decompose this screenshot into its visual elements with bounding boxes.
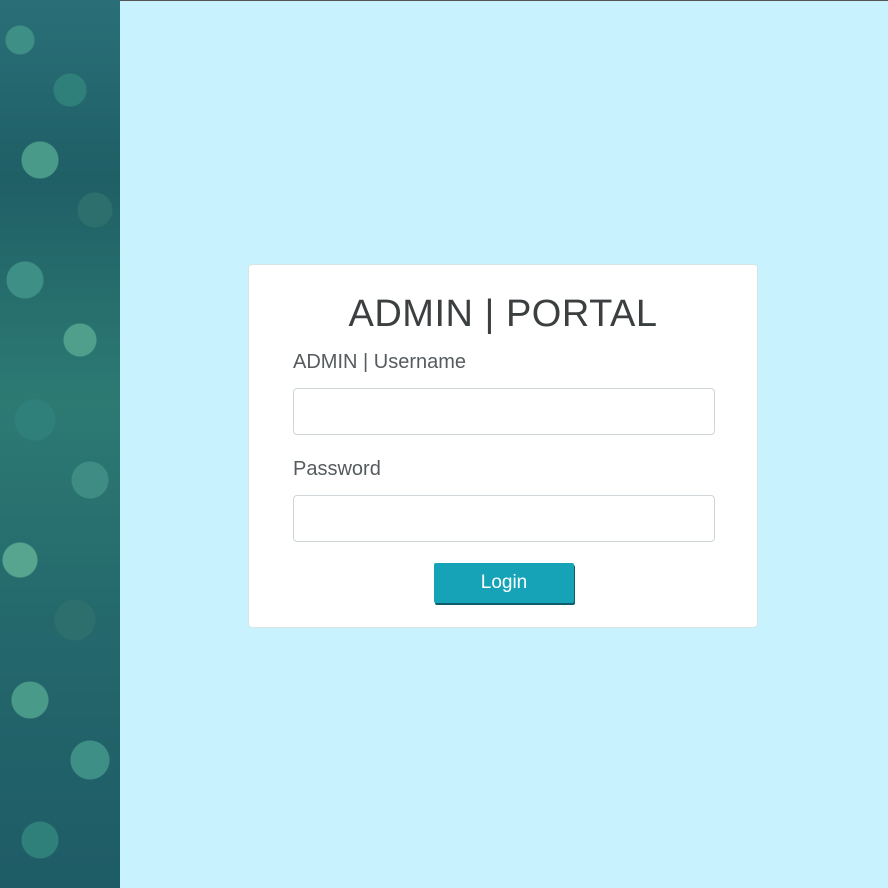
password-label: Password	[293, 458, 381, 480]
login-card: ADMIN | PORTAL ADMIN | Username Password…	[248, 264, 758, 628]
palm-tree-background-image	[0, 0, 120, 888]
page-title: ADMIN | PORTAL	[348, 293, 658, 335]
login-page: ADMIN | PORTAL ADMIN | Username Password…	[0, 0, 888, 888]
top-border	[0, 0, 888, 1]
password-input[interactable]	[293, 495, 715, 542]
username-label: ADMIN | Username	[293, 351, 467, 373]
login-button[interactable]: Login	[434, 563, 574, 603]
username-input[interactable]	[293, 388, 715, 435]
